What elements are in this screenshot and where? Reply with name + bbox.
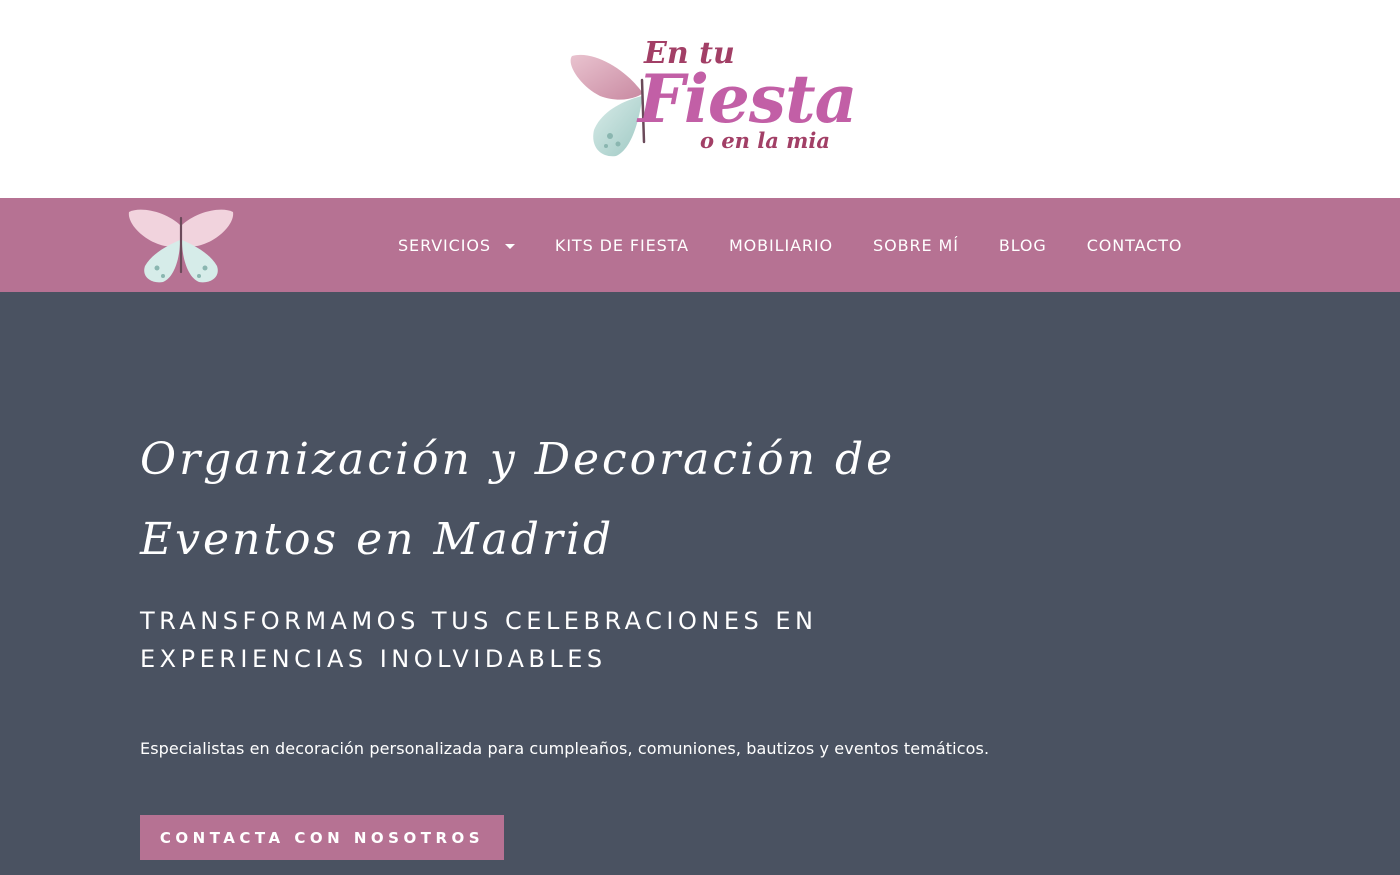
nav-item-label: MOBILIARIO [728, 235, 834, 255]
nav-item-label: SERVICIOS [398, 235, 491, 255]
main-navigation: SERVICIOS KITS DE FIESTA MOBILIARIO SOBR… [0, 198, 1400, 292]
hero-title: Organización y Decoración de Eventos en … [140, 434, 896, 565]
nav-item-servicios[interactable]: SERVICIOS [398, 236, 515, 255]
nav-home-link[interactable] [127, 206, 235, 284]
nav-item-label: BLOG [998, 235, 1047, 255]
caret-down-icon[interactable] [504, 243, 515, 249]
nav-item-kits-de-fiesta[interactable]: KITS DE FIESTA [555, 236, 689, 255]
nav-item-label: SOBRE MÍ [873, 235, 959, 255]
hero-section: Organización y Decoración de Eventos en … [0, 292, 1400, 875]
nav-item-contacto[interactable]: CONTACTO [1087, 236, 1183, 255]
site-header: En tu Fiesta o en la mia [0, 0, 1400, 198]
hero-subtitle: TRANSFORMAMOS TUS CELEBRACIONES EN EXPER… [140, 607, 818, 673]
logo-text-main: Fiesta [638, 60, 857, 138]
hero-description: Especialistas en decoración personalizad… [140, 739, 990, 758]
nav-item-blog[interactable]: BLOG [999, 236, 1047, 255]
site-logo[interactable]: En tu Fiesta o en la mia [566, 30, 857, 170]
logo-text-bottom: o en la mia [700, 128, 830, 153]
butterfly-icon [128, 209, 234, 283]
nav-menu: SERVICIOS KITS DE FIESTA MOBILIARIO SOBR… [398, 198, 1182, 292]
nav-item-label: CONTACTO [1086, 235, 1183, 255]
nav-item-label: KITS DE FIESTA [554, 235, 689, 255]
nav-item-mobiliario[interactable]: MOBILIARIO [729, 236, 833, 255]
contact-button[interactable]: CONTACTA CON NOSOTROS [140, 815, 504, 860]
nav-item-sobre-mi[interactable]: SOBRE MÍ [873, 236, 959, 255]
